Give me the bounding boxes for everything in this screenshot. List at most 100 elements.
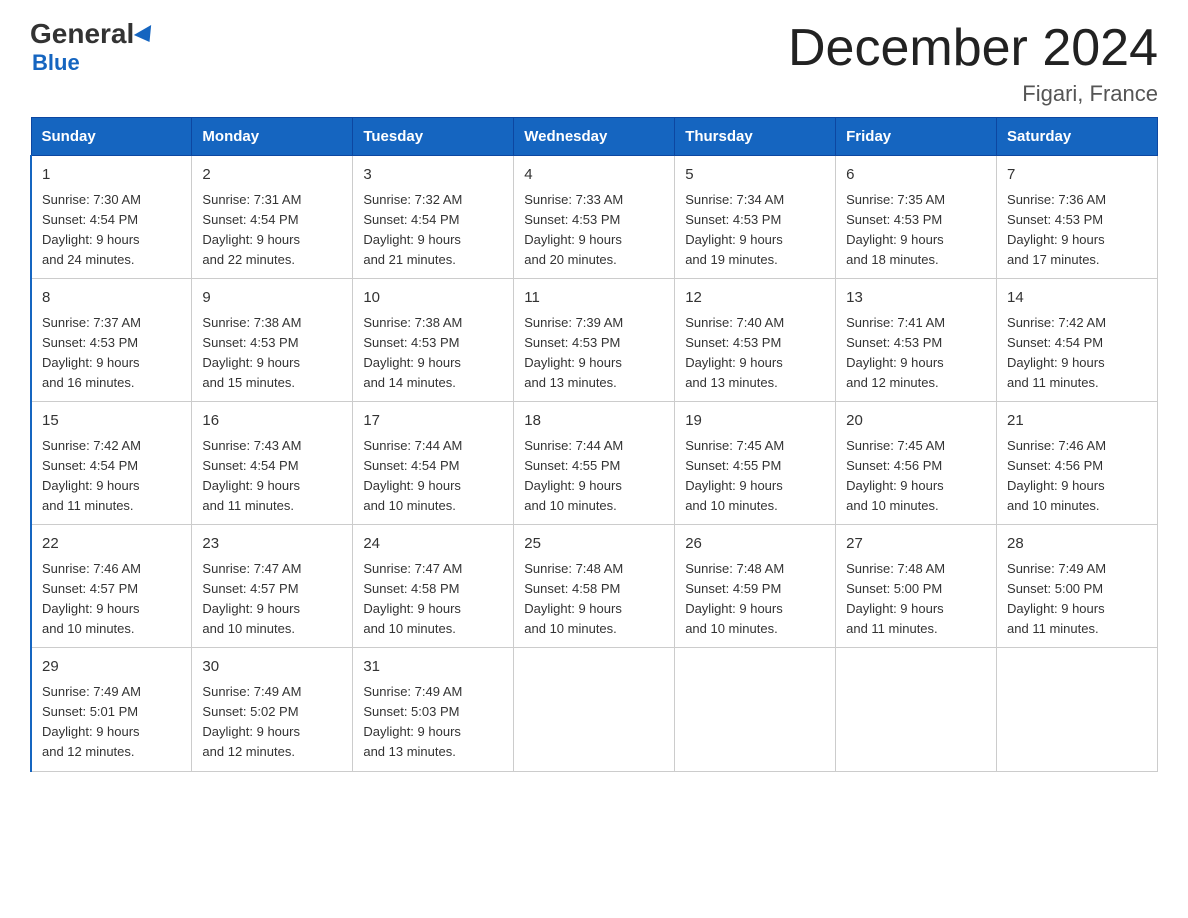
day-info: Sunrise: 7:44 AMSunset: 4:54 PMDaylight:… bbox=[363, 436, 503, 517]
header-cell-monday: Monday bbox=[192, 118, 353, 156]
day-cell bbox=[997, 648, 1158, 771]
day-info: Sunrise: 7:47 AMSunset: 4:57 PMDaylight:… bbox=[202, 559, 342, 640]
day-number: 20 bbox=[846, 410, 986, 433]
day-info: Sunrise: 7:33 AMSunset: 4:53 PMDaylight:… bbox=[524, 190, 664, 271]
header-cell-friday: Friday bbox=[836, 118, 997, 156]
day-number: 3 bbox=[363, 164, 503, 187]
day-number: 1 bbox=[42, 164, 181, 187]
day-cell: 25 Sunrise: 7:48 AMSunset: 4:58 PMDayligh… bbox=[514, 525, 675, 648]
day-info: Sunrise: 7:39 AMSunset: 4:53 PMDaylight:… bbox=[524, 313, 664, 394]
day-cell: 27 Sunrise: 7:48 AMSunset: 5:00 PMDayligh… bbox=[836, 525, 997, 648]
day-number: 13 bbox=[846, 287, 986, 310]
day-number: 7 bbox=[1007, 164, 1147, 187]
day-cell: 9 Sunrise: 7:38 AMSunset: 4:53 PMDaylight… bbox=[192, 279, 353, 402]
day-info: Sunrise: 7:38 AMSunset: 4:53 PMDaylight:… bbox=[363, 313, 503, 394]
page-subtitle: Figari, France bbox=[788, 81, 1158, 107]
day-info: Sunrise: 7:37 AMSunset: 4:53 PMDaylight:… bbox=[42, 313, 181, 394]
header-cell-tuesday: Tuesday bbox=[353, 118, 514, 156]
day-info: Sunrise: 7:43 AMSunset: 4:54 PMDaylight:… bbox=[202, 436, 342, 517]
day-cell: 31 Sunrise: 7:49 AMSunset: 5:03 PMDayligh… bbox=[353, 648, 514, 771]
day-cell: 5 Sunrise: 7:34 AMSunset: 4:53 PMDaylight… bbox=[675, 156, 836, 279]
day-info: Sunrise: 7:46 AMSunset: 4:56 PMDaylight:… bbox=[1007, 436, 1147, 517]
day-cell: 11 Sunrise: 7:39 AMSunset: 4:53 PMDayligh… bbox=[514, 279, 675, 402]
header-cell-sunday: Sunday bbox=[31, 118, 192, 156]
day-info: Sunrise: 7:45 AMSunset: 4:56 PMDaylight:… bbox=[846, 436, 986, 517]
day-info: Sunrise: 7:34 AMSunset: 4:53 PMDaylight:… bbox=[685, 190, 825, 271]
day-number: 9 bbox=[202, 287, 342, 310]
logo-top: General bbox=[30, 20, 156, 48]
day-cell: 15 Sunrise: 7:42 AMSunset: 4:54 PMDayligh… bbox=[31, 402, 192, 525]
day-cell: 29 Sunrise: 7:49 AMSunset: 5:01 PMDayligh… bbox=[31, 648, 192, 771]
day-number: 29 bbox=[42, 656, 181, 679]
day-cell: 6 Sunrise: 7:35 AMSunset: 4:53 PMDaylight… bbox=[836, 156, 997, 279]
logo-bottom: Blue bbox=[32, 50, 80, 76]
header-cell-wednesday: Wednesday bbox=[514, 118, 675, 156]
day-cell: 26Sunrise: 7:48 AMSunset: 4:59 PMDayligh… bbox=[675, 525, 836, 648]
day-info: Sunrise: 7:41 AMSunset: 4:53 PMDaylight:… bbox=[846, 313, 986, 394]
day-number: 23 bbox=[202, 533, 342, 556]
day-number: 6 bbox=[846, 164, 986, 187]
day-info: Sunrise: 7:40 AMSunset: 4:53 PMDaylight:… bbox=[685, 313, 825, 394]
day-number: 24 bbox=[363, 533, 503, 556]
day-number: 16 bbox=[202, 410, 342, 433]
day-cell: 21 Sunrise: 7:46 AMSunset: 4:56 PMDayligh… bbox=[997, 402, 1158, 525]
day-cell bbox=[836, 648, 997, 771]
day-number: 22 bbox=[42, 533, 181, 556]
day-number: 25 bbox=[524, 533, 664, 556]
day-info: Sunrise: 7:48 AMSunset: 5:00 PMDaylight:… bbox=[846, 559, 986, 640]
day-number: 2 bbox=[202, 164, 342, 187]
header-cell-saturday: Saturday bbox=[997, 118, 1158, 156]
day-number: 28 bbox=[1007, 533, 1147, 556]
week-row: 15 Sunrise: 7:42 AMSunset: 4:54 PMDayligh… bbox=[31, 402, 1158, 525]
day-cell: 8 Sunrise: 7:37 AMSunset: 4:53 PMDaylight… bbox=[31, 279, 192, 402]
day-number: 31 bbox=[363, 656, 503, 679]
day-info: Sunrise: 7:48 AMSunset: 4:58 PMDaylight:… bbox=[524, 559, 664, 640]
day-info: Sunrise: 7:49 AMSunset: 5:03 PMDaylight:… bbox=[363, 682, 503, 763]
day-number: 11 bbox=[524, 287, 664, 310]
day-cell: 18Sunrise: 7:44 AMSunset: 4:55 PMDayligh… bbox=[514, 402, 675, 525]
day-cell: 30Sunrise: 7:49 AMSunset: 5:02 PMDayligh… bbox=[192, 648, 353, 771]
day-number: 8 bbox=[42, 287, 181, 310]
day-info: Sunrise: 7:49 AMSunset: 5:01 PMDaylight:… bbox=[42, 682, 181, 763]
day-number: 5 bbox=[685, 164, 825, 187]
day-info: Sunrise: 7:49 AMSunset: 5:00 PMDaylight:… bbox=[1007, 559, 1147, 640]
day-info: Sunrise: 7:35 AMSunset: 4:53 PMDaylight:… bbox=[846, 190, 986, 271]
page-title: December 2024 bbox=[788, 20, 1158, 77]
day-cell: 20 Sunrise: 7:45 AMSunset: 4:56 PMDayligh… bbox=[836, 402, 997, 525]
day-info: Sunrise: 7:42 AMSunset: 4:54 PMDaylight:… bbox=[1007, 313, 1147, 394]
day-cell: 16 Sunrise: 7:43 AMSunset: 4:54 PMDayligh… bbox=[192, 402, 353, 525]
day-cell bbox=[675, 648, 836, 771]
day-number: 21 bbox=[1007, 410, 1147, 433]
day-cell: 12 Sunrise: 7:40 AMSunset: 4:53 PMDayligh… bbox=[675, 279, 836, 402]
day-cell: 3Sunrise: 7:32 AMSunset: 4:54 PMDaylight… bbox=[353, 156, 514, 279]
day-cell: 17 Sunrise: 7:44 AMSunset: 4:54 PMDayligh… bbox=[353, 402, 514, 525]
day-info: Sunrise: 7:36 AMSunset: 4:53 PMDaylight:… bbox=[1007, 190, 1147, 271]
title-area: December 2024 Figari, France bbox=[788, 20, 1158, 107]
calendar-table: SundayMondayTuesdayWednesdayThursdayFrid… bbox=[30, 117, 1158, 771]
day-number: 10 bbox=[363, 287, 503, 310]
day-info: Sunrise: 7:48 AMSunset: 4:59 PMDaylight:… bbox=[685, 559, 825, 640]
week-row: 8 Sunrise: 7:37 AMSunset: 4:53 PMDaylight… bbox=[31, 279, 1158, 402]
day-number: 4 bbox=[524, 164, 664, 187]
logo: General Blue bbox=[30, 20, 156, 76]
day-info: Sunrise: 7:46 AMSunset: 4:57 PMDaylight:… bbox=[42, 559, 181, 640]
day-info: Sunrise: 7:30 AMSunset: 4:54 PMDaylight:… bbox=[42, 190, 181, 271]
day-number: 15 bbox=[42, 410, 181, 433]
day-number: 27 bbox=[846, 533, 986, 556]
day-info: Sunrise: 7:42 AMSunset: 4:54 PMDaylight:… bbox=[42, 436, 181, 517]
week-row: 22 Sunrise: 7:46 AMSunset: 4:57 PMDayligh… bbox=[31, 525, 1158, 648]
day-number: 19 bbox=[685, 410, 825, 433]
day-cell: 2 Sunrise: 7:31 AMSunset: 4:54 PMDaylight… bbox=[192, 156, 353, 279]
day-cell: 10 Sunrise: 7:38 AMSunset: 4:53 PMDayligh… bbox=[353, 279, 514, 402]
day-cell: 19 Sunrise: 7:45 AMSunset: 4:55 PMDayligh… bbox=[675, 402, 836, 525]
day-number: 12 bbox=[685, 287, 825, 310]
day-info: Sunrise: 7:45 AMSunset: 4:55 PMDaylight:… bbox=[685, 436, 825, 517]
day-number: 30 bbox=[202, 656, 342, 679]
week-row: 29 Sunrise: 7:49 AMSunset: 5:01 PMDayligh… bbox=[31, 648, 1158, 771]
day-info: Sunrise: 7:31 AMSunset: 4:54 PMDaylight:… bbox=[202, 190, 342, 271]
day-cell: 14Sunrise: 7:42 AMSunset: 4:54 PMDayligh… bbox=[997, 279, 1158, 402]
day-number: 17 bbox=[363, 410, 503, 433]
day-info: Sunrise: 7:38 AMSunset: 4:53 PMDaylight:… bbox=[202, 313, 342, 394]
day-cell: 7 Sunrise: 7:36 AMSunset: 4:53 PMDaylight… bbox=[997, 156, 1158, 279]
day-cell: 13 Sunrise: 7:41 AMSunset: 4:53 PMDayligh… bbox=[836, 279, 997, 402]
